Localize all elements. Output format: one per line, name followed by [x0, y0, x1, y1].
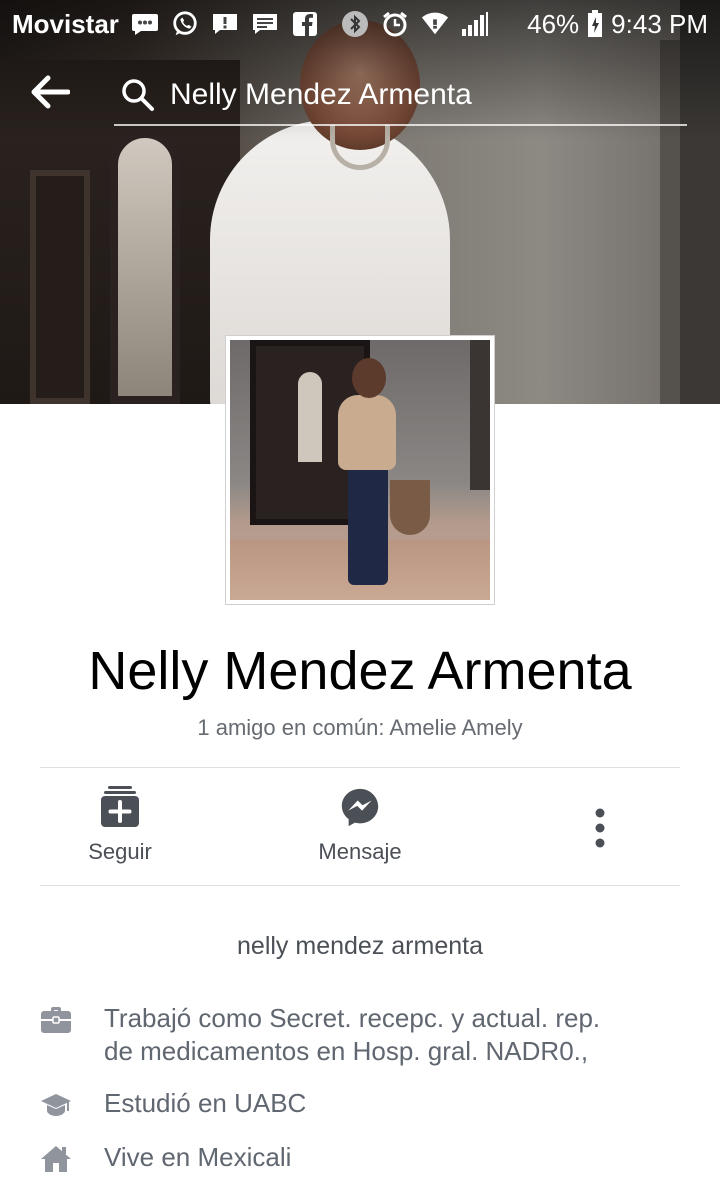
work-line-1: Trabajó como Secret. recepc. y actual. r… [104, 1003, 601, 1033]
graduation-cap-icon [41, 1094, 71, 1116]
status-bar: Movistar 46% 9:43 PM [0, 0, 720, 48]
education-info: Estudió en UABC [40, 1087, 680, 1121]
battery-percent: 46% [527, 8, 580, 39]
search-input[interactable]: Nelly Mendez Armenta [114, 66, 687, 126]
back-arrow-icon [31, 75, 71, 109]
education-text: Estudió en UABC [104, 1088, 307, 1118]
photo-figure-top [338, 395, 396, 470]
facebook-icon [291, 10, 319, 38]
alarm-icon [381, 10, 409, 38]
follow-icon [101, 786, 139, 827]
alert-message-icon [211, 10, 239, 38]
sms-icon [131, 10, 159, 38]
briefcase-icon [41, 1007, 71, 1033]
photo-door-window [298, 372, 322, 462]
back-button[interactable] [30, 74, 80, 118]
more-vertical-icon [595, 808, 605, 848]
photo-window [470, 340, 490, 490]
search-query: Nelly Mendez Armenta [170, 78, 472, 111]
intro-display-name: nelly mendez armenta [237, 932, 483, 960]
profile-photo [230, 340, 490, 600]
bluetooth-icon [341, 10, 369, 38]
divider-top [40, 767, 680, 768]
location-info: Vive en Mexicali [40, 1141, 680, 1175]
location-text: Vive en Mexicali [104, 1142, 292, 1172]
divider-bottom [40, 885, 680, 886]
message-icon [251, 10, 279, 38]
home-icon [41, 1146, 71, 1172]
cover-door-panel [30, 170, 90, 404]
clock: 9:43 PM [611, 8, 708, 39]
wifi-icon [421, 10, 449, 38]
message-button[interactable]: Mensaje [290, 785, 430, 865]
carrier-name: Movistar [12, 8, 119, 39]
whatsapp-icon [171, 10, 199, 38]
more-options-button[interactable] [585, 805, 615, 851]
follow-label: Seguir [88, 839, 152, 864]
profile-picture[interactable] [225, 335, 495, 605]
photo-figure-legs [348, 465, 388, 585]
notification-icons [131, 10, 527, 38]
profile-name: Nelly Mendez Armenta [88, 641, 632, 701]
battery-icon [587, 10, 603, 38]
follow-button[interactable]: Seguir [50, 785, 190, 865]
photo-planter [390, 480, 430, 535]
work-info: Trabajó como Secret. recepc. y actual. r… [40, 1002, 680, 1068]
signal-icon [461, 10, 489, 38]
work-line-2: de medicamentos en Hosp. gral. NADR0., [104, 1036, 589, 1066]
message-label: Mensaje [318, 839, 402, 864]
search-icon [122, 79, 154, 111]
cover-door-window [110, 130, 180, 404]
messenger-icon [341, 788, 379, 827]
photo-figure-head [352, 358, 386, 398]
search-header: Nelly Mendez Armenta [0, 60, 720, 130]
mutual-friends[interactable]: 1 amigo en común: Amelie Amely [0, 715, 720, 741]
